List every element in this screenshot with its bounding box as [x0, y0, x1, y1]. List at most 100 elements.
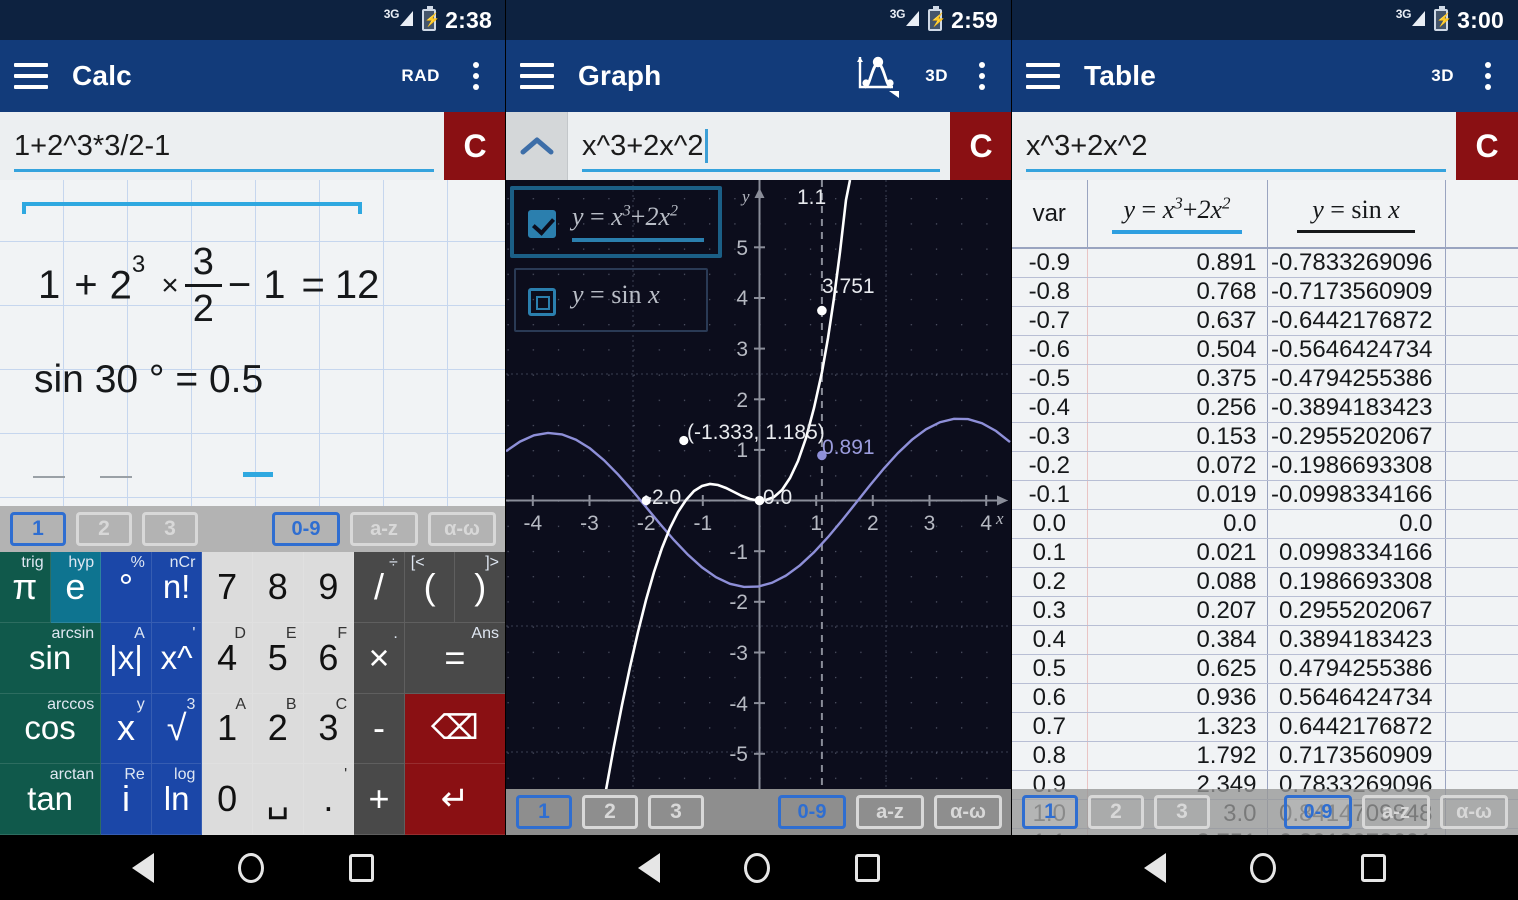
calc-key-x[interactable]: 'x^	[152, 623, 203, 694]
back-icon[interactable]	[132, 853, 154, 883]
table-row[interactable]: -0.10.019-0.0998334166	[1012, 481, 1518, 510]
graph-mode-tab-greek[interactable]: α-ω	[934, 795, 1002, 829]
table-3d-button[interactable]: 3D	[1431, 66, 1454, 86]
calc-key-4[interactable]: D4	[202, 623, 253, 694]
recents-icon[interactable]	[855, 854, 880, 882]
calc-key-[interactable]: +	[354, 764, 405, 835]
table-row[interactable]: -0.60.504-0.5646424734	[1012, 336, 1518, 365]
calc-key-n[interactable]: nCrn!	[152, 552, 203, 623]
calc-key-1[interactable]: A1	[202, 694, 253, 765]
table-grid-area[interactable]: var y = x3+2x2 y = sin x -0.90.891-0.783…	[1012, 180, 1518, 835]
column-header-var[interactable]: var	[1012, 180, 1087, 248]
table-clear-button[interactable]: C	[1456, 112, 1518, 180]
table-row[interactable]: 0.60.9360.5646424734	[1012, 684, 1518, 713]
angle-mode-button[interactable]: RAD	[401, 66, 440, 86]
column-header-f1[interactable]: y = x3+2x2	[1087, 180, 1267, 248]
calc-key-[interactable]: ␣	[253, 764, 304, 835]
table-mode-tab-latin[interactable]: a-z	[1362, 795, 1430, 829]
table-row[interactable]: -0.40.256-0.3894183423	[1012, 394, 1518, 423]
menu-icon[interactable]	[520, 63, 554, 89]
calc-mode-tab-latin[interactable]: a-z	[350, 512, 418, 546]
calc-page-tab-2[interactable]: 2	[76, 512, 132, 546]
graph-plot-area[interactable]: y x 5 4 3	[506, 180, 1012, 835]
calc-page-tab-3[interactable]: 3	[142, 512, 198, 546]
calc-key-[interactable]: ÷/	[354, 552, 405, 623]
back-icon[interactable]	[638, 853, 660, 883]
calc-key-[interactable]: Ans=	[405, 623, 506, 694]
recents-icon[interactable]	[349, 854, 374, 882]
table-row[interactable]: -0.80.768-0.7173560909	[1012, 278, 1518, 307]
menu-icon[interactable]	[1026, 63, 1060, 89]
function-graph-icon[interactable]	[853, 53, 901, 99]
calc-key-[interactable]: trigπ	[0, 552, 51, 623]
graph-3d-button[interactable]: 3D	[925, 66, 948, 86]
calc-key-[interactable]: %°	[101, 552, 152, 623]
function-2-checkbox[interactable]	[528, 288, 556, 316]
calc-page-tab-1[interactable]: 1	[10, 512, 66, 546]
calc-key-x[interactable]: A|x|	[101, 623, 152, 694]
calc-key-[interactable]: ]>)	[455, 552, 506, 623]
calc-expression-input[interactable]: 1+2^3*3/2-1	[0, 112, 444, 180]
calc-key-5[interactable]: E5	[253, 623, 304, 694]
expand-functions-button[interactable]	[506, 112, 568, 180]
graph-mode-tab-digits[interactable]: 0-9	[778, 795, 846, 829]
home-icon[interactable]	[744, 853, 770, 883]
graph-page-tab-2[interactable]: 2	[582, 795, 638, 829]
calc-key-8[interactable]: 8	[253, 552, 304, 623]
graph-function-list[interactable]: y = x3+2x2 y = sin x	[510, 184, 722, 340]
table-row[interactable]: 0.40.3840.3894183423	[1012, 626, 1518, 655]
calc-key-ln[interactable]: logln	[152, 764, 203, 835]
table-row[interactable]: -0.30.153-0.2955202067	[1012, 423, 1518, 452]
overflow-menu-icon[interactable]	[460, 62, 492, 90]
table-row[interactable]: 0.20.0880.1986693308	[1012, 568, 1518, 597]
graph-page-tab-1[interactable]: 1	[516, 795, 572, 829]
table-row[interactable]: 0.10.0210.0998334166	[1012, 539, 1518, 568]
calc-key-tan[interactable]: arctantan	[0, 764, 101, 835]
calc-key-[interactable]: .×	[354, 623, 405, 694]
graph-mode-tab-latin[interactable]: a-z	[856, 795, 924, 829]
home-icon[interactable]	[1250, 853, 1276, 883]
table-row[interactable]: 0.71.3230.6442176872	[1012, 713, 1518, 742]
calc-key-sin[interactable]: arcsinsin	[0, 623, 101, 694]
table-row[interactable]: 0.81.7920.7173560909	[1012, 742, 1518, 771]
table-mode-tab-greek[interactable]: α-ω	[1440, 795, 1508, 829]
calc-key-2[interactable]: B2	[253, 694, 304, 765]
table-page-tab-2[interactable]: 2	[1088, 795, 1144, 829]
calc-mode-tab-greek[interactable]: α-ω	[428, 512, 496, 546]
overflow-menu-icon[interactable]	[1472, 62, 1504, 90]
table-mode-tab-digits[interactable]: 0-9	[1284, 795, 1352, 829]
table-page-tab-1[interactable]: 1	[1022, 795, 1078, 829]
calc-key-[interactable]: ↵	[405, 764, 506, 835]
calc-key-cos[interactable]: arccoscos	[0, 694, 101, 765]
table-row[interactable]: -0.50.375-0.4794255386	[1012, 365, 1518, 394]
calc-key-9[interactable]: 9	[304, 552, 355, 623]
column-header-empty[interactable]	[1445, 180, 1518, 248]
table-row[interactable]: 0.00.00.0	[1012, 510, 1518, 539]
table-expression-input[interactable]: x^3+2x^2	[1012, 112, 1456, 180]
column-header-f2[interactable]: y = sin x	[1267, 180, 1445, 248]
table-row[interactable]: -0.70.637-0.6442176872	[1012, 307, 1518, 336]
calc-key-[interactable]: ⌫	[405, 694, 506, 765]
table-row[interactable]: 0.50.6250.4794255386	[1012, 655, 1518, 684]
calc-key-[interactable]: -	[354, 694, 405, 765]
calc-mode-tab-digits[interactable]: 0-9	[272, 512, 340, 546]
home-icon[interactable]	[238, 853, 264, 883]
calc-key-i[interactable]: Rei	[101, 764, 152, 835]
table-row[interactable]: 0.30.2070.2955202067	[1012, 597, 1518, 626]
calc-key-[interactable]: [<(	[405, 552, 456, 623]
calc-key-[interactable]: '.	[304, 764, 355, 835]
graph-expression-input[interactable]: x^3+2x^2	[568, 112, 950, 180]
function-row-2[interactable]: y = sin x	[510, 262, 722, 340]
back-icon[interactable]	[1144, 853, 1166, 883]
calc-key-3[interactable]: C3	[304, 694, 355, 765]
recents-icon[interactable]	[1361, 854, 1386, 882]
calc-key-e[interactable]: hype	[51, 552, 102, 623]
table-row[interactable]: -0.20.072-0.1986693308	[1012, 452, 1518, 481]
graph-clear-button[interactable]: C	[950, 112, 1012, 180]
calc-key-0[interactable]: 0	[202, 764, 253, 835]
function-1-checkbox[interactable]	[528, 210, 556, 238]
calc-key-7[interactable]: 7	[202, 552, 253, 623]
calc-key-6[interactable]: F6	[304, 623, 355, 694]
overflow-menu-icon[interactable]	[966, 62, 998, 90]
menu-icon[interactable]	[14, 63, 48, 89]
